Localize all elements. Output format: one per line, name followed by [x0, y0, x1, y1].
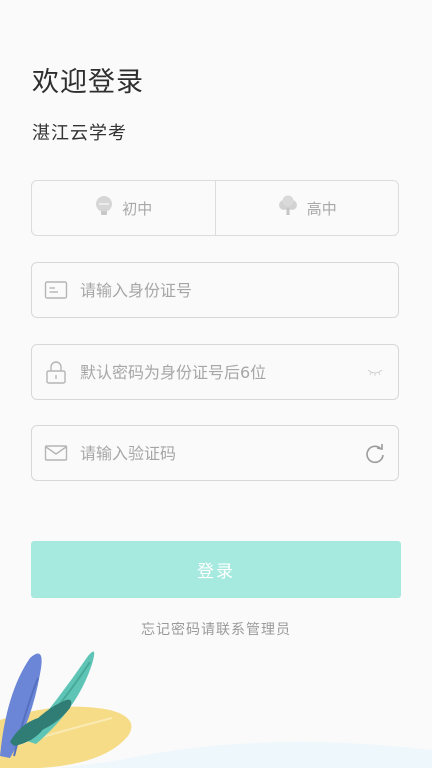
- mail-icon: [32, 443, 80, 463]
- captcha-input[interactable]: [80, 426, 352, 480]
- option-senior-high[interactable]: 高中: [214, 181, 399, 235]
- id-number-field-wrapper: [31, 262, 399, 318]
- id-number-input[interactable]: [80, 263, 398, 317]
- forgot-password-note: 忘记密码请联系管理员: [141, 622, 291, 638]
- option-label: 高中: [306, 199, 337, 218]
- refresh-icon[interactable]: [352, 441, 398, 465]
- leaf-decoration: [0, 651, 432, 768]
- lock-icon: [32, 360, 80, 384]
- captcha-field-wrapper: [31, 425, 399, 481]
- login-button[interactable]: 登录: [31, 541, 401, 598]
- school-level-toggle: 初中 高中: [31, 180, 399, 236]
- page-title: 欢迎登录: [32, 67, 144, 98]
- app-name: 湛江云学考: [32, 123, 127, 144]
- id-card-icon: [32, 280, 80, 300]
- option-junior-high[interactable]: 初中: [32, 181, 215, 235]
- tree-icon: [277, 195, 299, 221]
- password-field-wrapper: [31, 344, 399, 400]
- bulb-icon: [94, 195, 114, 221]
- eye-closed-icon[interactable]: [352, 367, 398, 377]
- option-label: 初中: [122, 199, 153, 218]
- password-input[interactable]: [80, 345, 352, 399]
